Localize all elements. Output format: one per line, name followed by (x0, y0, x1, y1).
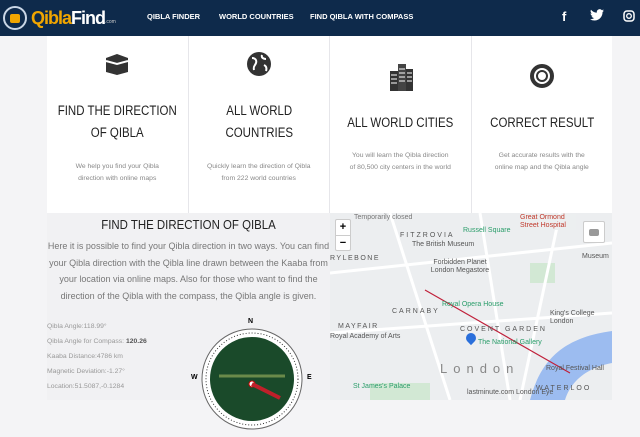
map-label: FITZROVIA (400, 232, 455, 239)
nav-qibla-finder[interactable]: QIBLA FINDER (147, 12, 200, 21)
card-text-line2: direction with online maps (78, 175, 157, 182)
feature-card: CORRECT RESULT Get accurate results with… (472, 36, 613, 213)
facebook-icon[interactable]: f (562, 9, 566, 24)
map-label: Temporarily closed (354, 214, 413, 221)
qibla-angle-compass: Qibla Angle for Compass: 120.26 (47, 338, 147, 345)
location: Location:51.5087,-0.1284 (47, 383, 125, 390)
feature-card: ALL WORLD COUNTRIES Quickly learn the di… (189, 36, 330, 213)
compass-dial (201, 328, 303, 430)
logo-text-find: Find (71, 7, 106, 28)
map-label: Great Ormond Street Hospital (520, 214, 576, 230)
map-label: King's College London (550, 310, 595, 325)
card-title: ALL WORLD CITIES (347, 115, 454, 130)
instagram-icon[interactable] (623, 10, 635, 25)
map-label: MAYFAIR (338, 323, 379, 330)
logo-icon (3, 6, 27, 30)
compass-north: N (248, 318, 254, 325)
logo-text: Qibla (31, 7, 72, 28)
card-text-line2: of 80,500 city centers in the world (349, 164, 451, 171)
map-label: Museum (582, 253, 609, 260)
card-title: CORRECT RESULT (489, 115, 594, 130)
map-label: Royal Academy of Arts (330, 333, 401, 340)
section-title: FIND THE DIRECTION OF QIBLA (101, 217, 276, 232)
card-text: You will learn the Qibla direction (352, 152, 449, 159)
layers-button[interactable] (583, 221, 605, 243)
section-description: Here it is possible to find your Qibla d… (47, 241, 330, 301)
qibla-angle-compass-label: Qibla Angle for Compass: (47, 338, 126, 345)
map-label: COVENT GARDEN (460, 326, 547, 333)
map-label: The British Museum (412, 241, 475, 248)
map-label: WATERLOO (536, 385, 592, 392)
card-title-line2: COUNTRIES (224, 125, 293, 140)
map-label: Royal Festival Hall (546, 365, 604, 372)
twitter-icon[interactable] (590, 9, 604, 24)
map-label: The National Gallery (478, 339, 542, 346)
nav-find-qibla-compass[interactable]: FIND QIBLA WITH COMPASS (310, 12, 413, 21)
map-label: CARNABY (392, 308, 440, 315)
lifebuoy-icon (528, 62, 556, 90)
map-label: London (440, 361, 520, 376)
card-title: FIND THE DIRECTION (57, 103, 177, 118)
feature-card: FIND THE DIRECTION OF QIBLA We help you … (47, 36, 189, 213)
card-title-line2: OF QIBLA (90, 125, 144, 140)
card-text-line2: online map and the Qibla angle (494, 164, 589, 171)
card-text: We help you find your Qibla (75, 163, 159, 170)
map-label: Russell Square (463, 227, 511, 234)
feature-card: ALL WORLD CITIES You will learn the Qibl… (330, 36, 472, 213)
magnetic-deviation: Magnetic Deviation:-1.27° (47, 368, 125, 375)
qibla-info-panel: FIND THE DIRECTION OF QIBLA Here it is p… (47, 213, 330, 430)
compass-east: E (307, 374, 312, 381)
map-label: Forbidden Planet London Megastore (430, 259, 490, 274)
zoom-in-button[interactable]: + (336, 220, 350, 235)
compass-west: W (191, 374, 198, 381)
qibla-angle-compass-value: 120.26 (125, 338, 147, 345)
logo-suffix: .com (105, 19, 116, 25)
map-label: St James's Palace (353, 383, 411, 390)
top-navbar: Qibla Find .com QIBLA FINDER WORLD COUNTRI… (0, 0, 640, 36)
card-title: ALL WORLD (225, 103, 292, 118)
map-label: RYLEBONE (330, 255, 380, 262)
buildings-icon (386, 62, 414, 91)
card-text: Quickly learn the direction of Qibla (206, 163, 311, 170)
compass: N W E (191, 318, 312, 432)
card-text-line2: from 222 world countries (221, 175, 296, 182)
features-section: FIND THE DIRECTION OF QIBLA We help you … (47, 36, 612, 213)
qibla-map[interactable]: + − Great Ormond Street Hospital FITZROVI… (330, 213, 612, 400)
logo[interactable]: Qibla Find .com (3, 6, 116, 30)
kaaba-distance: Kaaba Distance:4786 km (47, 353, 123, 360)
globe-icon (245, 50, 273, 78)
map-label: Royal Opera House (442, 301, 504, 308)
card-text: Get accurate results with the (498, 152, 585, 159)
nav-world-countries[interactable]: WORLD COUNTRIES (219, 12, 294, 21)
qibla-angle: Qibla Angle:118.99° (47, 323, 107, 330)
zoom-controls: + − (335, 219, 351, 251)
kaaba-icon (103, 50, 131, 78)
zoom-out-button[interactable]: − (336, 235, 350, 251)
layers-icon (589, 229, 599, 236)
